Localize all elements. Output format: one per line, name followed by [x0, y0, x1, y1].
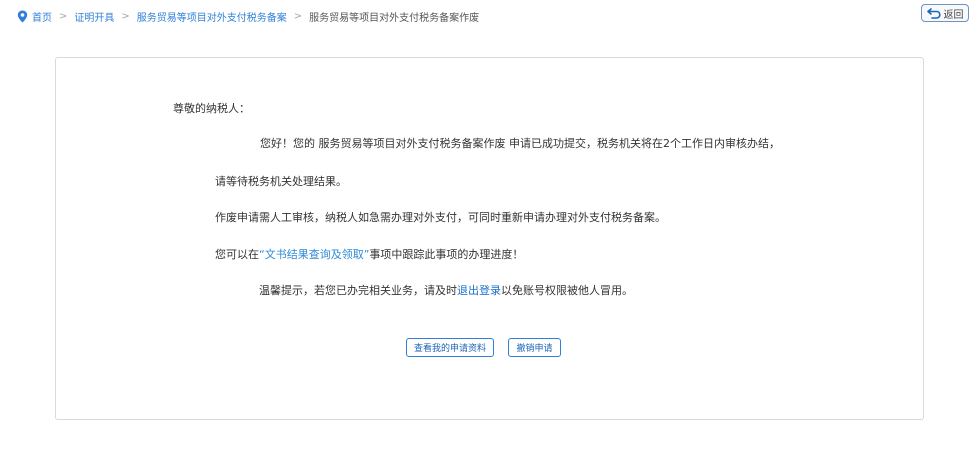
- back-button-label: 返回: [943, 9, 964, 21]
- notice-paragraph-1: 您好！您的 服务贸易等项目对外支付税务备案作废 申请已成功提交，税务机关将在2个…: [260, 137, 780, 151]
- withdraw-application-button[interactable]: 撤销申请: [508, 338, 561, 357]
- breadcrumb-separator: >: [293, 11, 303, 22]
- breadcrumb-separator: >: [121, 11, 130, 22]
- return-arrow-icon: [926, 7, 941, 19]
- view-application-button[interactable]: 查看我的申请资料: [406, 338, 494, 357]
- p4-prefix: 温馨提示，若您已办完相关业务，请及时: [259, 284, 457, 297]
- document-query-link[interactable]: “文书结果查询及领取”: [259, 248, 369, 261]
- logout-link[interactable]: 退出登录: [457, 284, 501, 297]
- breadcrumb-current: 服务贸易等项目对外支付税务备案作废: [309, 13, 480, 24]
- back-button[interactable]: 返回: [921, 4, 969, 22]
- p4-suffix: 以免账号权限被他人冒用。: [501, 284, 633, 297]
- greeting-text: 尊敬的纳税人：: [173, 102, 250, 115]
- breadcrumb-filing[interactable]: 服务贸易等项目对外支付税务备案: [137, 9, 287, 24]
- p1-suffix: 申请已成功提交，税务机关将在2个工作日内审核办结，: [505, 137, 780, 150]
- p1-prefix: 您好！您的: [260, 137, 319, 150]
- notice-paragraph-3: 您可以在“文书结果查询及领取”事项中跟踪此事项的办理进度！: [215, 248, 523, 262]
- breadcrumb-separator: >: [59, 11, 68, 22]
- p3-suffix: 事项中跟踪此事项的办理进度！: [369, 248, 524, 261]
- notice-paragraph-1-cont: 请等待税务机关处理结果。: [215, 175, 347, 188]
- notice-paragraph-4: 温馨提示，若您已办完相关业务，请及时退出登录以免账号权限被他人冒用。: [259, 284, 633, 298]
- top-bar: 首页 > 证明开具 > 服务贸易等项目对外支付税务备案 > 服务贸易等项目对外支…: [0, 0, 974, 32]
- breadcrumb: 首页 > 证明开具 > 服务贸易等项目对外支付税务备案 > 服务贸易等项目对外支…: [17, 9, 479, 24]
- breadcrumb-certificate[interactable]: 证明开具: [74, 9, 114, 24]
- breadcrumb-home[interactable]: 首页: [32, 9, 52, 24]
- p1-item-name: 服务贸易等项目对外支付税务备案作废: [318, 137, 506, 150]
- notice-card: 尊敬的纳税人： 您好！您的 服务贸易等项目对外支付税务备案作废 申请已成功提交，…: [55, 57, 924, 420]
- location-pin-icon: [17, 10, 28, 23]
- p3-prefix: 您可以在: [215, 248, 259, 261]
- notice-paragraph-2: 作废申请需人工审核，纳税人如急需办理对外支付，可同时重新申请办理对外支付税务备案…: [215, 211, 666, 224]
